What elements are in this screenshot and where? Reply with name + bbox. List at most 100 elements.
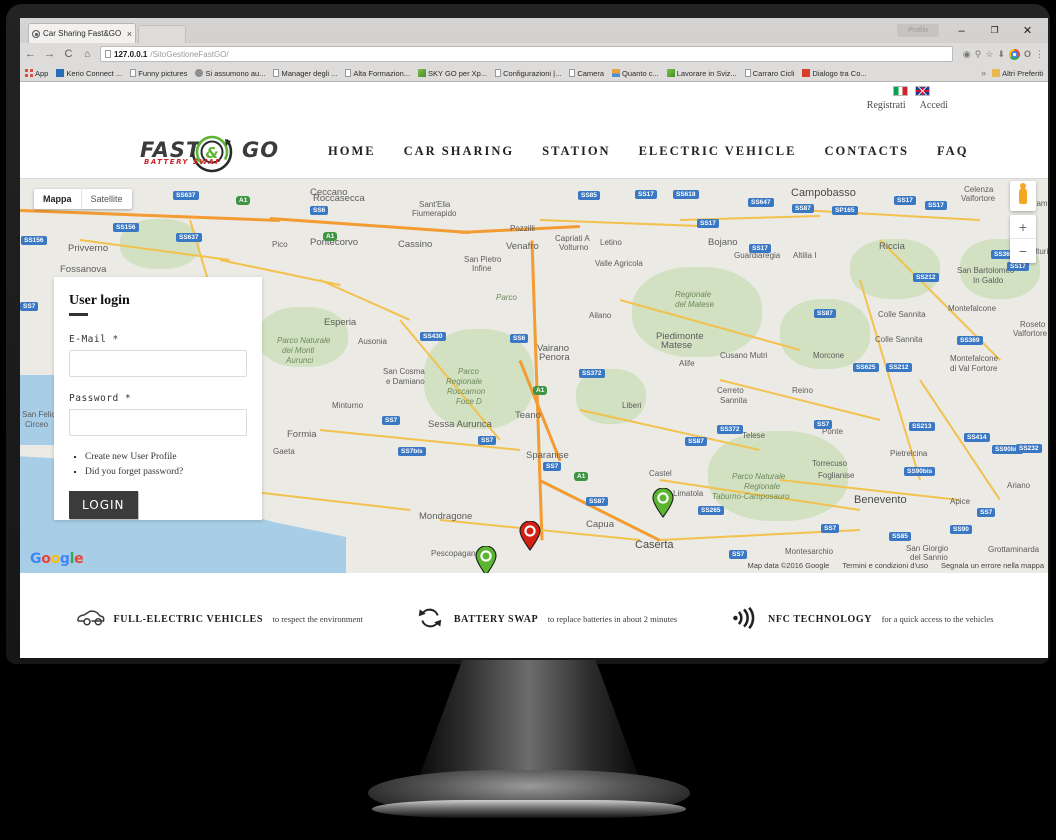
bookmark-item[interactable]: Lavorare in Sviz... bbox=[666, 69, 737, 78]
bookmark-item[interactable]: Si assumono au... bbox=[195, 69, 265, 78]
map-report-link[interactable]: Segnala un errore nella mappa bbox=[941, 561, 1044, 570]
map-label: Riccia bbox=[879, 241, 905, 252]
language-flags bbox=[893, 86, 930, 96]
bookmark-item[interactable]: Camera bbox=[569, 69, 604, 78]
create-profile-link[interactable]: Create new User Profile bbox=[85, 452, 247, 462]
browser-menu-icon[interactable]: ⋮ bbox=[1035, 49, 1044, 60]
reload-icon[interactable]: C bbox=[62, 48, 75, 60]
nav-item-car-sharing[interactable]: CAR SHARING bbox=[404, 144, 515, 159]
bookmark-label: Alta Formazion... bbox=[353, 68, 411, 78]
bookmark-star-icon[interactable]: ☆ bbox=[985, 49, 993, 60]
map-type-satellite[interactable]: Satellite bbox=[82, 189, 132, 209]
back-icon[interactable]: ← bbox=[24, 48, 37, 60]
map-label: Roccamon bbox=[447, 387, 486, 396]
bookmark-item[interactable]: Configurazioni |... bbox=[495, 69, 561, 78]
map-label: Montefalcone bbox=[948, 304, 997, 313]
street-view-pegman[interactable] bbox=[1010, 181, 1036, 211]
auth-links: Registrati Accedi bbox=[867, 100, 948, 111]
tab-title: Car Sharing Fast&GO bbox=[43, 29, 122, 38]
map-label: Cassino bbox=[398, 239, 433, 250]
zoom-in-button[interactable]: + bbox=[1010, 215, 1036, 239]
bookmark-item[interactable]: App bbox=[25, 69, 48, 78]
browser-navbar: ← → C ⌂ 127.0.0.1/SitoGestioneFastGO/ ◉ … bbox=[20, 43, 1048, 65]
road bbox=[269, 217, 471, 234]
bookmarks-overflow-icon[interactable]: » bbox=[981, 68, 986, 78]
profile-chip[interactable]: Profilo bbox=[897, 24, 939, 37]
feature-text: NFC TECHNOLOGY for a quick access to the… bbox=[768, 609, 993, 627]
zoom-out-button[interactable]: − bbox=[1010, 239, 1036, 263]
bookmark-item[interactable]: Alta Formazion... bbox=[345, 69, 410, 78]
logo-tagline: BATTERY SWAP bbox=[144, 158, 222, 166]
new-tab-button[interactable] bbox=[138, 25, 186, 43]
road-shield: SS265 bbox=[698, 506, 724, 515]
road-shield: A1 bbox=[236, 196, 251, 205]
map-label: Aurunci bbox=[286, 356, 314, 365]
bookmark-item[interactable]: Funny pictures bbox=[130, 69, 187, 78]
email-input[interactable] bbox=[69, 350, 247, 377]
site-logo[interactable]: FAST & GO BATTERY SWAP bbox=[138, 127, 288, 175]
other-bookmarks-item[interactable]: Altri Preferiti bbox=[992, 69, 1043, 78]
bookmark-item[interactable]: Dialogo tra Co... bbox=[802, 69, 867, 78]
map-type-mappa[interactable]: Mappa bbox=[34, 189, 82, 209]
nav-item-home[interactable]: HOME bbox=[328, 144, 376, 159]
road-shield: SS156 bbox=[113, 223, 139, 232]
bookmark-item[interactable]: Manager degli ... bbox=[273, 69, 337, 78]
record-icon[interactable]: ◉ bbox=[963, 49, 971, 60]
flag-english-icon[interactable] bbox=[915, 86, 930, 96]
download-icon[interactable]: ⬇ bbox=[997, 49, 1005, 60]
map-label: Minturno bbox=[332, 401, 364, 410]
bookmark-item[interactable]: SKY GO per Xp... bbox=[418, 69, 487, 78]
maximize-button[interactable]: ❐ bbox=[978, 20, 1011, 41]
map-label: Limatola bbox=[673, 489, 704, 498]
page-info-icon bbox=[105, 50, 111, 58]
bookmark-label: Kerio Connect ... bbox=[66, 68, 123, 78]
map-terms-link[interactable]: Termini e condizioni d'uso bbox=[842, 561, 928, 570]
nav-item-electric-vehicle[interactable]: ELECTRIC VEHICLE bbox=[639, 144, 797, 159]
road-shield: SS17 bbox=[635, 190, 657, 199]
monitor-bezel: Car Sharing Fast&GO × Profilo – ❐ ✕ ← → … bbox=[6, 4, 1050, 664]
map-label: dei Monti bbox=[282, 346, 315, 355]
selected-station-marker[interactable] bbox=[519, 520, 541, 551]
browser-chrome: Car Sharing Fast&GO × Profilo – ❐ ✕ ← → … bbox=[20, 18, 1048, 82]
bookmark-item[interactable]: Carraro Cicli bbox=[744, 69, 794, 78]
road-shield: SS6 bbox=[310, 206, 329, 215]
map-label: Parco bbox=[458, 367, 479, 376]
tab-close-icon[interactable]: × bbox=[127, 29, 132, 39]
road-shield: SP165 bbox=[832, 206, 858, 215]
map-label: Pietrelcina bbox=[890, 449, 928, 458]
map-label: Parco Naturale bbox=[732, 472, 786, 481]
map-container[interactable]: Ceccano Roccasecca Campobasso Celenza Valfor… bbox=[20, 179, 1048, 573]
home-icon[interactable]: ⌂ bbox=[81, 49, 94, 60]
forward-icon[interactable]: → bbox=[43, 48, 56, 60]
map-label: Bojano bbox=[708, 237, 738, 248]
opera-extension-icon[interactable]: O bbox=[1024, 49, 1031, 59]
chrome-extension-icon[interactable] bbox=[1008, 48, 1020, 60]
search-icon[interactable]: ⚲ bbox=[975, 49, 982, 60]
bookmarks-bar: App Kerio Connect ... Funny pictures Si … bbox=[20, 65, 1048, 82]
map-label: Formia bbox=[287, 429, 317, 440]
nav-item-faq[interactable]: FAQ bbox=[937, 144, 968, 159]
road-shield: SS85 bbox=[578, 191, 600, 200]
password-input[interactable] bbox=[69, 409, 247, 436]
browser-tab[interactable]: Car Sharing Fast&GO × bbox=[28, 23, 136, 43]
login-submit-button[interactable]: LOGIN bbox=[69, 491, 138, 519]
login-link[interactable]: Accedi bbox=[920, 100, 948, 111]
station-marker[interactable] bbox=[652, 487, 674, 518]
user-login-panel: User login E-Mail * Password * Create ne… bbox=[54, 277, 262, 520]
bookmark-item[interactable]: Quanto c... bbox=[612, 69, 659, 78]
station-marker[interactable] bbox=[475, 545, 497, 573]
register-link[interactable]: Registrati bbox=[867, 100, 906, 111]
road-shield: SS637 bbox=[176, 233, 202, 242]
minimize-button[interactable]: – bbox=[945, 20, 978, 41]
close-button[interactable]: ✕ bbox=[1011, 20, 1044, 41]
road-shield: SS90bis bbox=[904, 467, 936, 476]
map-label: Altilia I bbox=[793, 251, 817, 260]
flag-italy-icon[interactable] bbox=[893, 86, 908, 96]
nav-item-contacts[interactable]: CONTACTS bbox=[824, 144, 909, 159]
nav-item-station[interactable]: STATION bbox=[542, 144, 610, 159]
road-shield: SS430 bbox=[420, 332, 446, 341]
bookmark-item[interactable]: Kerio Connect ... bbox=[56, 69, 122, 78]
map-label: Parco bbox=[496, 293, 517, 302]
address-bar[interactable]: 127.0.0.1/SitoGestioneFastGO/ bbox=[100, 46, 953, 62]
forgot-password-link[interactable]: Did you forget password? bbox=[85, 467, 247, 477]
